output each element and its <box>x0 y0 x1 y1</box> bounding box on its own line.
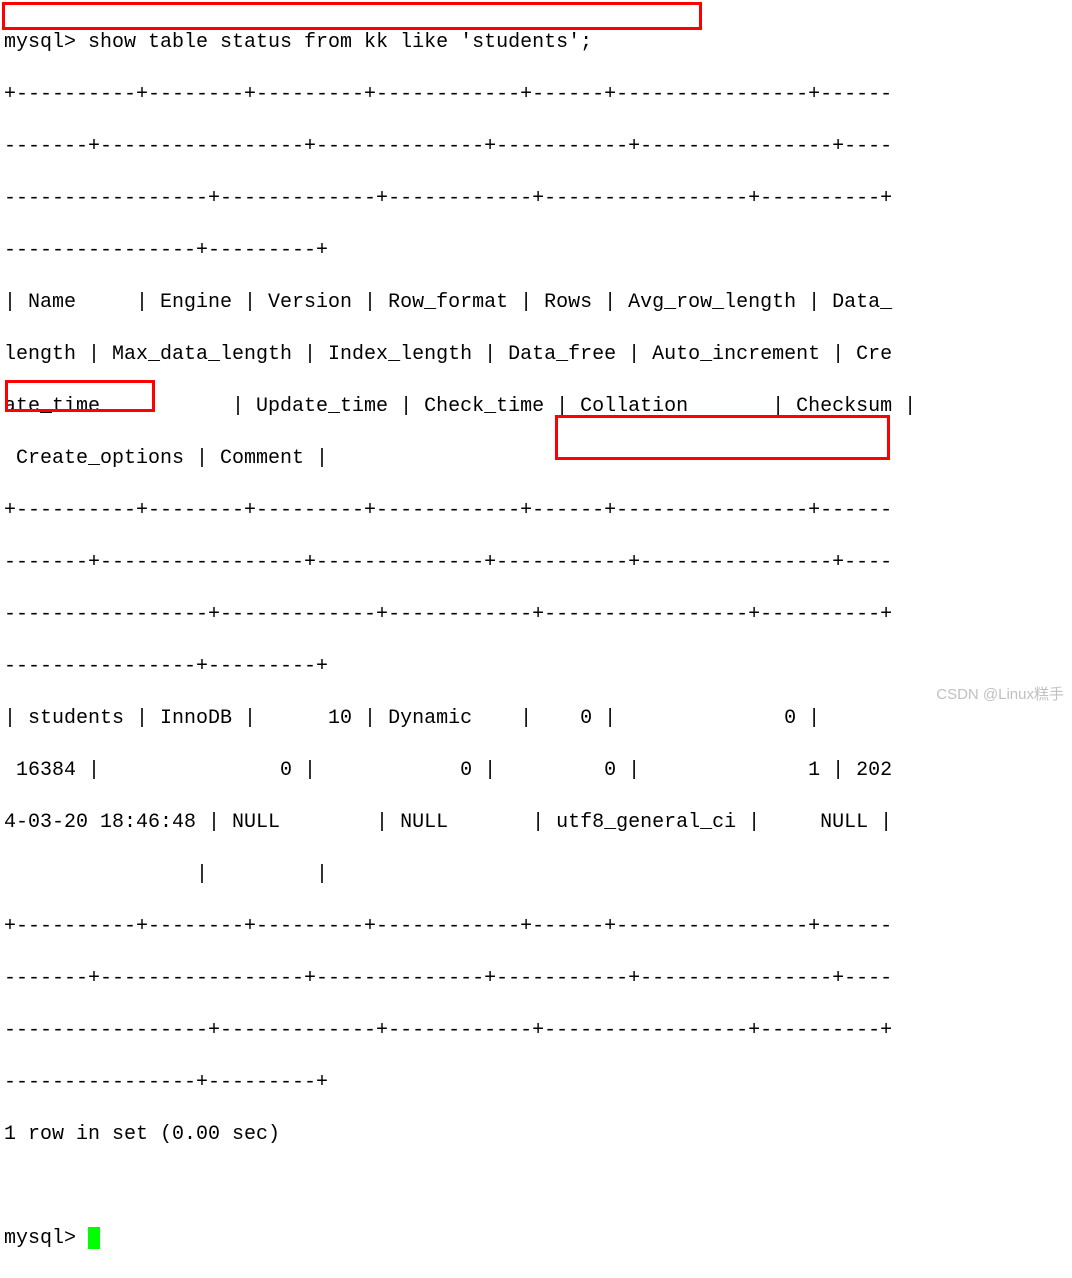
prompt: mysql> <box>4 1227 88 1250</box>
header-line: ate_time | Update_time | Check_time | Co… <box>4 394 1068 420</box>
sql-command: show table status from kk like 'students… <box>88 31 592 54</box>
empty-line <box>4 1174 1068 1200</box>
prompt-line[interactable]: mysql> <box>4 1226 1068 1252</box>
separator-line: -------+-----------------+--------------… <box>4 134 1068 160</box>
separator-line: -----------------+-------------+--------… <box>4 1018 1068 1044</box>
separator-line: -------+-----------------+--------------… <box>4 550 1068 576</box>
watermark-text: CSDN @Linux糕手 <box>936 685 1064 705</box>
separator-line: ----------------+---------+ <box>4 1070 1068 1096</box>
result-summary: 1 row in set (0.00 sec) <box>4 1122 1068 1148</box>
terminal-output: mysql> show table status from kk like 's… <box>4 4 1068 1278</box>
separator-line: -----------------+-------------+--------… <box>4 186 1068 212</box>
data-line: | | <box>4 862 1068 888</box>
cursor-icon <box>88 1227 100 1249</box>
separator-line: -----------------+-------------+--------… <box>4 602 1068 628</box>
header-line: length | Max_data_length | Index_length … <box>4 342 1068 368</box>
separator-line: +----------+--------+---------+---------… <box>4 498 1068 524</box>
separator-line: ----------------+---------+ <box>4 654 1068 680</box>
prompt: mysql> <box>4 31 88 54</box>
data-line: | students | InnoDB | 10 | Dynamic | 0 |… <box>4 706 1068 732</box>
separator-line: ----------------+---------+ <box>4 238 1068 264</box>
command-line: mysql> show table status from kk like 's… <box>4 30 1068 56</box>
header-line: | Name | Engine | Version | Row_format |… <box>4 290 1068 316</box>
separator-line: +----------+--------+---------+---------… <box>4 82 1068 108</box>
separator-line: +----------+--------+---------+---------… <box>4 914 1068 940</box>
data-line: 4-03-20 18:46:48 | NULL | NULL | utf8_ge… <box>4 810 1068 836</box>
data-line: 16384 | 0 | 0 | 0 | 1 | 202 <box>4 758 1068 784</box>
header-line: Create_options | Comment | <box>4 446 1068 472</box>
separator-line: -------+-----------------+--------------… <box>4 966 1068 992</box>
